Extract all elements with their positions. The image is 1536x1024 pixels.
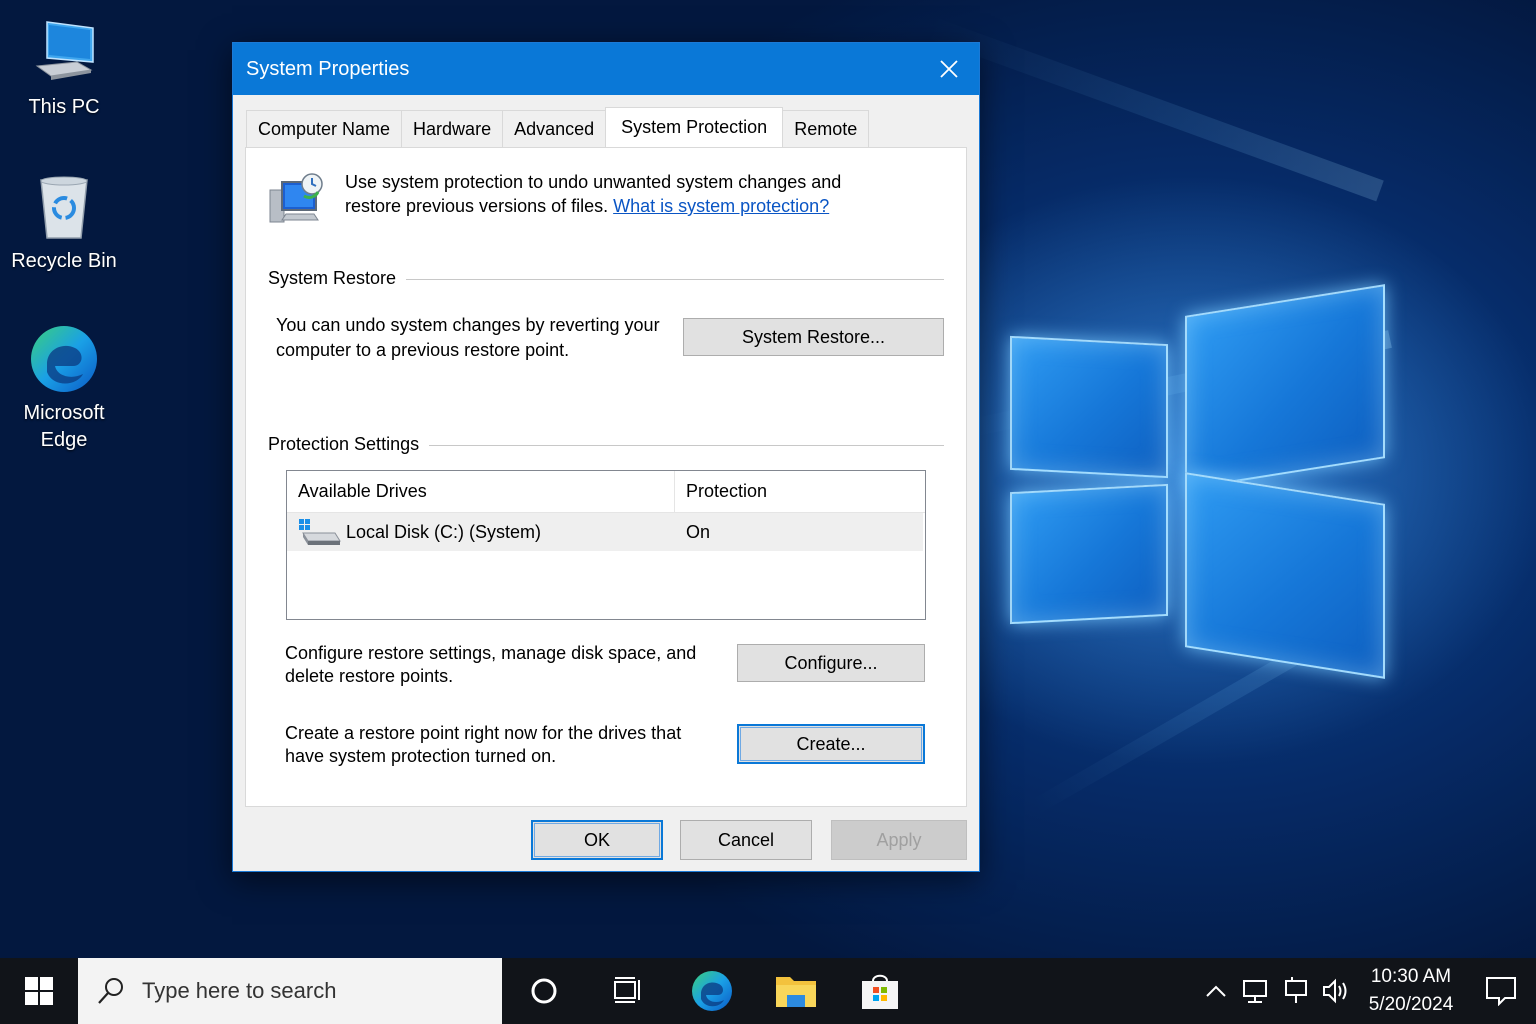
network-icon (1243, 980, 1267, 1003)
tab-advanced[interactable]: Advanced (502, 110, 607, 147)
drive-cell: Local Disk (C:) (System) (287, 513, 675, 551)
close-button[interactable] (919, 43, 979, 95)
speaker-icon (1323, 978, 1347, 1004)
system-restore-heading: System Restore (268, 268, 407, 289)
drive-name: Local Disk (C:) (System) (346, 521, 542, 542)
system-restore-description: You can undo system changes by reverting… (276, 315, 660, 360)
system-restore-button[interactable]: System Restore... (683, 318, 944, 356)
action-center-button[interactable] (1466, 958, 1536, 1024)
system-protection-panel: Use system protection to undo unwanted s… (245, 147, 967, 807)
task-view-icon (614, 977, 640, 1003)
windows-logo-pane-tr (1185, 284, 1385, 490)
tab-hardware[interactable]: Hardware (401, 110, 504, 147)
search-placeholder: Type here to search (142, 978, 337, 1003)
intro-text: Use system protection to undo unwanted s… (345, 170, 885, 218)
taskbar-search-box[interactable]: Type here to search (78, 958, 502, 1024)
desktop-icon-label: Microsoft Edge (23, 402, 105, 451)
tab-computer-name[interactable]: Computer Name (246, 110, 403, 147)
dialog-titlebar[interactable]: System Properties (233, 43, 979, 95)
edge-icon (692, 971, 732, 1011)
taskbar: Type here to search 10:30 AM 5/20/2024 (0, 958, 1536, 1024)
windows-start-icon (25, 977, 53, 1005)
microsoft-store-button[interactable] (838, 958, 922, 1024)
what-is-system-protection-link[interactable]: What is system protection? (613, 196, 829, 216)
column-header-available-drives[interactable]: Available Drives (287, 471, 675, 512)
drives-list-header: Available Drives Protection (287, 471, 925, 513)
store-icon (862, 974, 898, 1009)
protection-status: On (686, 521, 711, 542)
this-pc-icon (29, 18, 99, 88)
create-description: Create a restore point right now for the… (285, 723, 682, 766)
power-button[interactable] (1276, 958, 1316, 1024)
start-button[interactable] (0, 958, 78, 1024)
configure-button[interactable]: Configure... (737, 644, 925, 682)
taskbar-clock[interactable]: 10:30 AM 5/20/2024 (1356, 963, 1466, 1019)
chevron-up-icon (1206, 985, 1226, 997)
show-hidden-icons-button[interactable] (1196, 958, 1236, 1024)
tab-system-protection[interactable]: System Protection (605, 107, 784, 147)
tab-remote[interactable]: Remote (782, 110, 870, 147)
clock-time: 10:30 AM (1370, 966, 1452, 987)
windows-logo-pane-bl (1010, 483, 1168, 625)
create-button[interactable]: Create... (737, 724, 925, 764)
cortana-icon (531, 978, 557, 1004)
cancel-button[interactable]: Cancel (680, 820, 812, 860)
desktop-icon-this-pc[interactable]: This PC (4, 18, 124, 121)
local-disk-icon (299, 517, 341, 547)
apply-button[interactable]: Apply (831, 820, 967, 860)
task-view-button[interactable] (586, 958, 670, 1024)
file-explorer-icon (776, 977, 816, 1007)
notification-icon (1486, 977, 1516, 1006)
network-button[interactable] (1236, 958, 1276, 1024)
edge-icon (29, 324, 99, 394)
dialog-title: System Properties (246, 57, 410, 80)
clock-date: 5/20/2024 (1368, 994, 1454, 1015)
drives-list: Available Drives Protection Local Disk (… (286, 470, 926, 620)
column-header-protection[interactable]: Protection (675, 471, 921, 512)
desktop-icon-edge[interactable]: Microsoft Edge (4, 324, 124, 454)
configure-description: Configure restore settings, manage disk … (285, 643, 697, 686)
desktop-icon-label: Recycle Bin (11, 250, 117, 272)
desktop-icon-recycle-bin[interactable]: Recycle Bin (4, 172, 124, 275)
search-icon (98, 978, 123, 1004)
windows-logo-pane-br (1185, 472, 1385, 679)
windows-logo-pane-tl (1010, 335, 1168, 479)
protection-settings-heading: Protection Settings (268, 434, 430, 455)
system-protection-icon (268, 170, 328, 230)
recycle-bin-icon (29, 172, 99, 242)
desktop-icon-label: This PC (28, 96, 100, 118)
file-explorer-button[interactable] (754, 958, 838, 1024)
taskbar-edge-button[interactable] (670, 958, 754, 1024)
close-icon (940, 60, 958, 78)
system-properties-dialog: System Properties Computer Name Hardware… (232, 42, 980, 872)
tab-strip: Computer Name Hardware Advanced System P… (246, 107, 870, 147)
cortana-button[interactable] (502, 958, 586, 1024)
table-row[interactable]: Local Disk (C:) (System) On (287, 513, 923, 551)
volume-button[interactable] (1316, 958, 1356, 1024)
ok-button[interactable]: OK (531, 820, 663, 860)
battery-plug-icon (1285, 977, 1307, 1003)
system-tray: 10:30 AM 5/20/2024 (1196, 958, 1536, 1024)
